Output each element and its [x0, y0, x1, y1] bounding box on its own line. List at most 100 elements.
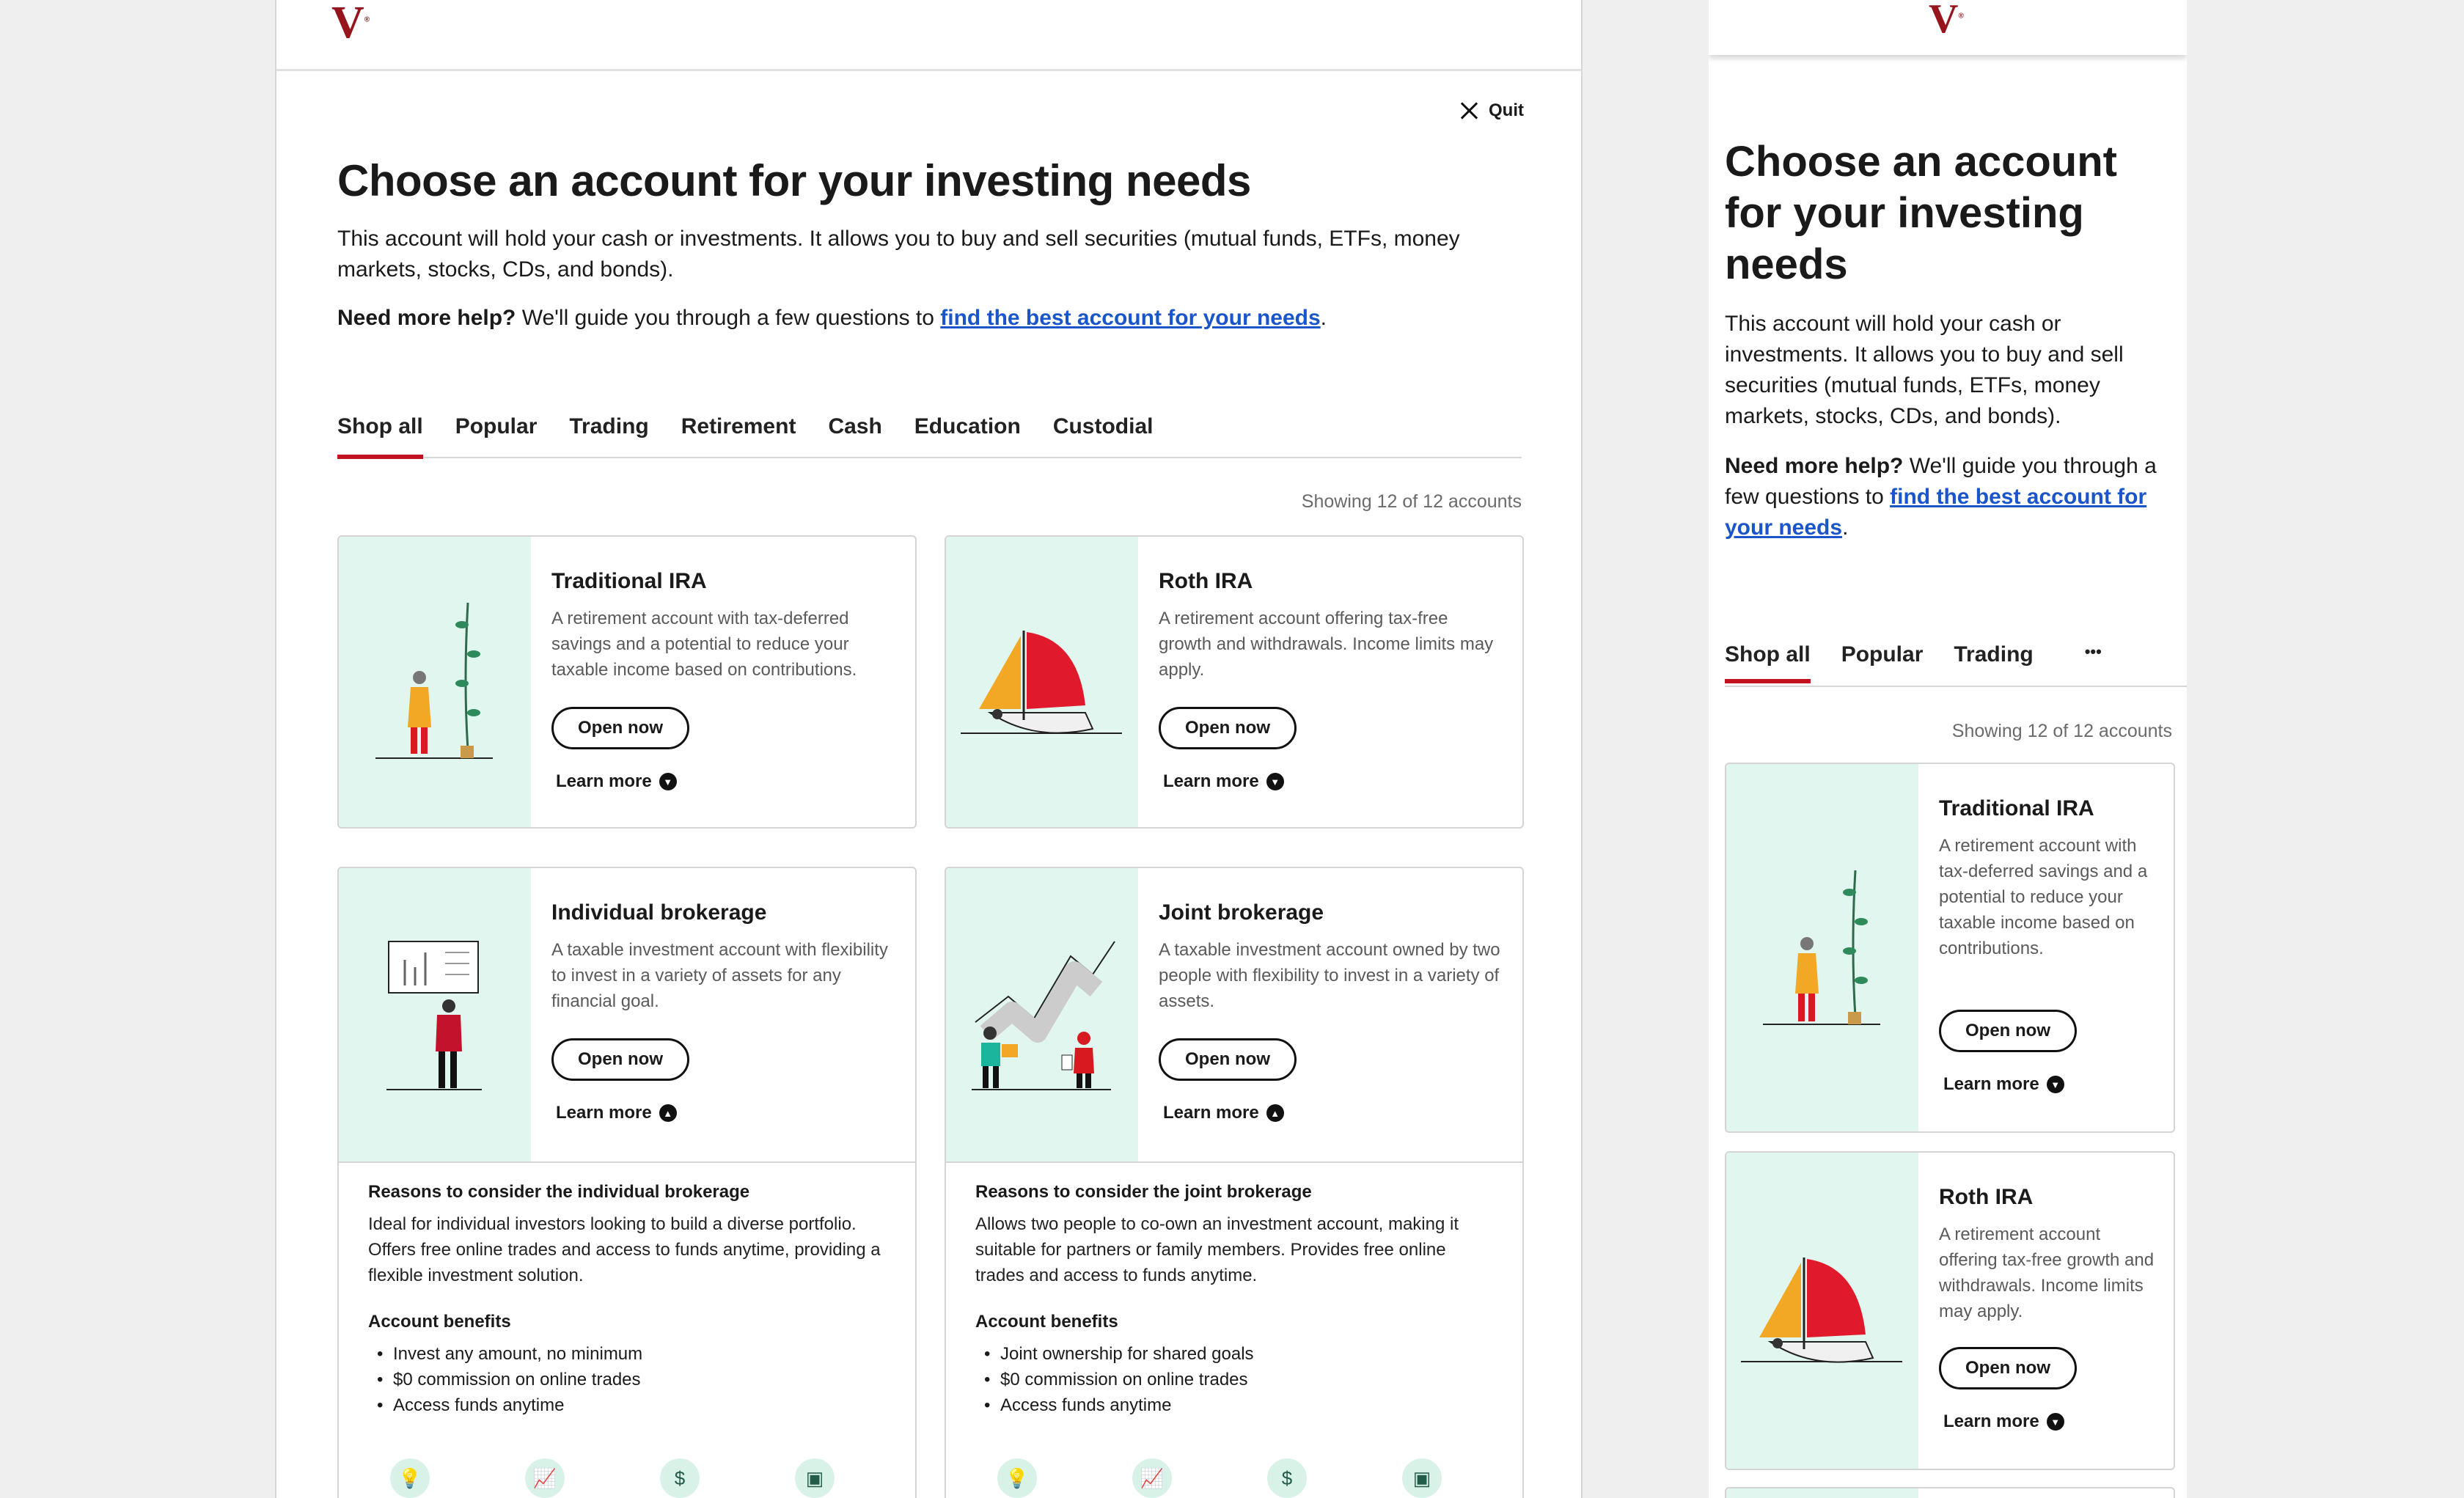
- learn-more-button[interactable]: Learn more ▼: [1943, 1074, 2064, 1095]
- benefits-heading: Account benefits: [368, 1312, 511, 1332]
- tab-trading[interactable]: Trading: [569, 414, 648, 457]
- quit-button[interactable]: Quit: [1459, 100, 1524, 121]
- tab-shop-all[interactable]: Shop all: [1725, 642, 1811, 683]
- bulb-icon: 💡: [390, 1458, 430, 1498]
- chevron-down-icon: ▼: [1266, 773, 1284, 790]
- chart-icon: 📈: [525, 1458, 565, 1498]
- account-title: Individual brokerage: [551, 900, 767, 925]
- page-title: Choose an account for your investing nee…: [1725, 138, 2117, 288]
- tab-trading[interactable]: Trading: [1954, 642, 2033, 667]
- more-tabs-button[interactable]: •••: [2085, 642, 2102, 667]
- open-now-button[interactable]: Open now: [551, 1038, 689, 1081]
- tab-education[interactable]: Education: [914, 414, 1021, 457]
- top-bar: V®: [276, 0, 1581, 71]
- account-card-individual-brokerage: Individual brokerage A taxable investmen…: [337, 867, 917, 1498]
- joint-brokerage-illustration: [946, 868, 1138, 1161]
- page-intro: This account will hold your cash or inve…: [337, 227, 1460, 282]
- find-account-link[interactable]: find the best account for your needs: [940, 306, 1320, 330]
- brand-logo[interactable]: V®: [1929, 0, 1964, 40]
- account-description: A taxable investment account owned by tw…: [1159, 940, 1500, 1011]
- tab-retirement[interactable]: Retirement: [681, 414, 796, 457]
- account-title: Traditional IRA: [551, 569, 707, 593]
- chevron-up-icon: ▲: [659, 1104, 677, 1122]
- account-description: A retirement account offering tax-free g…: [1939, 1225, 2155, 1321]
- open-now-button[interactable]: Open now: [1939, 1347, 2077, 1389]
- archive-icon: ▣: [1402, 1458, 1442, 1498]
- mobile-view: V® Choose an account for your investing …: [1709, 0, 2187, 1498]
- chevron-down-icon: ▼: [2046, 1076, 2064, 1093]
- roth-ira-illustration: [946, 537, 1138, 827]
- account-description: A retirement account with tax-deferred s…: [1939, 836, 2148, 958]
- quit-label: Quit: [1489, 100, 1524, 120]
- benefit-item: $0 commission on online trades: [368, 1367, 886, 1392]
- account-tabs: Shop all Popular Trading •••: [1725, 642, 2102, 683]
- tab-cash[interactable]: Cash: [828, 414, 881, 457]
- account-card-traditional-ira: Traditional IRA A retirement account wit…: [337, 535, 917, 829]
- learn-more-button[interactable]: Learn more ▼: [556, 771, 677, 792]
- desktop-view: V® Quit Choose an account for your inves…: [275, 0, 1583, 1498]
- results-count: Showing 12 of 12 accounts: [1301, 491, 1522, 512]
- open-now-button[interactable]: Open now: [551, 707, 689, 749]
- account-tabs: Shop all Popular Trading Retirement Cash…: [337, 414, 1522, 459]
- benefit-icons: 💡 📈 $ ▣: [997, 1458, 1442, 1498]
- traditional-ira-illustration: [1726, 764, 1918, 1131]
- close-icon: [1459, 101, 1478, 120]
- tab-popular[interactable]: Popular: [1841, 642, 1924, 667]
- reasons-text: Ideal for individual investors looking t…: [368, 1214, 881, 1285]
- benefit-item: Joint ownership for shared goals: [975, 1341, 1493, 1367]
- benefit-icons: 💡 📈 $ ▣: [390, 1458, 835, 1498]
- tab-divider: [1725, 686, 2187, 687]
- account-title: Joint brokerage: [1159, 900, 1324, 925]
- account-title: Roth IRA: [1159, 569, 1253, 593]
- learn-more-button[interactable]: Learn more ▲: [1163, 1103, 1284, 1123]
- benefits-list: Joint ownership for shared goals $0 comm…: [975, 1341, 1493, 1418]
- tab-custodial[interactable]: Custodial: [1053, 414, 1154, 457]
- account-card-roth-ira: Roth IRA A retirement account offering t…: [945, 535, 1524, 829]
- hand-coin-icon: $: [1267, 1458, 1307, 1498]
- learn-more-button[interactable]: Learn more ▲: [556, 1103, 677, 1123]
- page-intro: This account will hold your cash or inve…: [1725, 312, 2124, 428]
- brand-logo[interactable]: V®: [331, 0, 370, 45]
- next-card-illustration: [1726, 1488, 1918, 1498]
- account-card-joint-brokerage: Joint brokerage A taxable investment acc…: [945, 867, 1524, 1498]
- learn-more-button[interactable]: Learn more ▼: [1943, 1411, 2064, 1432]
- account-details: Reasons to consider the individual broke…: [368, 1182, 886, 1418]
- benefit-item: Access funds anytime: [368, 1392, 886, 1418]
- reasons-heading: Reasons to consider the joint brokerage: [975, 1182, 1312, 1202]
- traditional-ira-illustration: [339, 537, 531, 827]
- account-card-roth-ira: Roth IRA A retirement account offering t…: [1725, 1151, 2175, 1470]
- results-count: Showing 12 of 12 accounts: [1951, 721, 2172, 741]
- benefit-item: $0 commission on online trades: [975, 1367, 1493, 1392]
- chevron-down-icon: ▼: [659, 773, 677, 790]
- open-now-button[interactable]: Open now: [1159, 1038, 1297, 1081]
- help-text: Need more help? We'll guide you through …: [1725, 454, 2157, 540]
- mobile-top-bar: V®: [1709, 0, 2187, 55]
- reasons-text: Allows two people to co-own an investmen…: [975, 1214, 1459, 1285]
- account-description: A taxable investment account with flexib…: [551, 940, 888, 1011]
- benefit-item: Access funds anytime: [975, 1392, 1493, 1418]
- hand-coin-icon: $: [660, 1458, 700, 1498]
- account-description: A retirement account with tax-deferred s…: [551, 609, 857, 680]
- benefits-list: Invest any amount, no minimum $0 commiss…: [368, 1341, 886, 1418]
- tab-shop-all[interactable]: Shop all: [337, 414, 423, 459]
- archive-icon: ▣: [795, 1458, 835, 1498]
- bulb-icon: 💡: [997, 1458, 1037, 1498]
- benefits-heading: Account benefits: [975, 1312, 1118, 1332]
- account-card-next: [1725, 1487, 2175, 1498]
- page-title: Choose an account for your investing nee…: [337, 156, 1251, 205]
- chevron-up-icon: ▲: [1266, 1104, 1284, 1122]
- roth-ira-illustration: [1726, 1153, 1918, 1469]
- open-now-button[interactable]: Open now: [1159, 707, 1297, 749]
- chart-icon: 📈: [1132, 1458, 1172, 1498]
- chevron-down-icon: ▼: [2046, 1413, 2064, 1431]
- account-description: A retirement account offering tax-free g…: [1159, 609, 1494, 680]
- open-now-button[interactable]: Open now: [1939, 1010, 2077, 1052]
- help-text: Need more help? We'll guide you through …: [337, 306, 1327, 330]
- reasons-heading: Reasons to consider the individual broke…: [368, 1182, 750, 1202]
- learn-more-button[interactable]: Learn more ▼: [1163, 771, 1284, 792]
- tab-popular[interactable]: Popular: [455, 414, 538, 457]
- account-card-traditional-ira: Traditional IRA A retirement account wit…: [1725, 763, 2175, 1133]
- account-title: Roth IRA: [1939, 1185, 2034, 1209]
- individual-brokerage-illustration: [339, 868, 531, 1161]
- account-title: Traditional IRA: [1939, 796, 2094, 820]
